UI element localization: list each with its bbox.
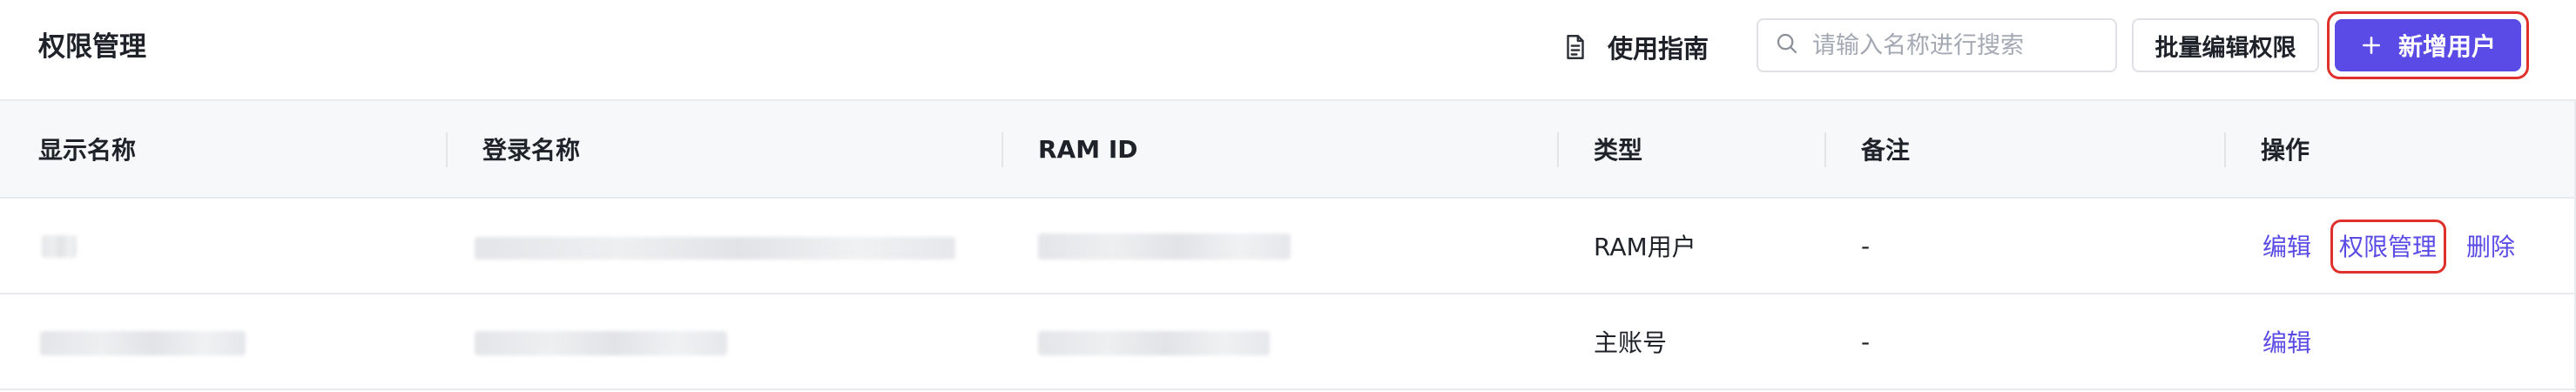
usage-guide-label: 使用指南: [1608, 34, 1709, 64]
search-input[interactable]: [1812, 31, 2100, 59]
add-user-button[interactable]: 新增用户: [2335, 19, 2521, 71]
column-header-display-name: 显示名称: [38, 136, 137, 165]
edit-link[interactable]: 编辑: [2262, 199, 2311, 293]
batch-edit-permissions-button[interactable]: 批量编辑权限: [2132, 18, 2319, 72]
search-icon: [1758, 30, 1812, 60]
search-box[interactable]: [1757, 18, 2117, 72]
permission-management-link[interactable]: 权限管理: [2339, 199, 2437, 293]
column-divider: [1824, 132, 1826, 167]
add-user-label: 新增用户: [2397, 32, 2496, 61]
permission-management-link-label[interactable]: 权限管理: [2339, 228, 2437, 263]
column-divider: [2224, 132, 2226, 167]
redacted-ram-id: [1038, 331, 1270, 355]
user-type: 主账号: [1594, 328, 1668, 357]
usage-guide-link[interactable]: 使用指南: [1561, 26, 1709, 68]
permission-management-page: 权限管理 使用指南 批量编辑权限: [0, 0, 2576, 392]
redacted-display-name: [40, 331, 246, 355]
delete-link-label[interactable]: 删除: [2466, 228, 2515, 263]
redacted-login-name: [475, 237, 955, 260]
edit-link[interactable]: 编辑: [2262, 294, 2311, 389]
column-header-type: 类型: [1594, 136, 1643, 165]
table-header: 显示名称 登录名称 RAM ID 类型 备注 操作: [0, 99, 2576, 199]
column-header-actions: 操作: [2261, 136, 2310, 165]
edit-link-label[interactable]: 编辑: [2262, 228, 2311, 263]
page-header: 权限管理 使用指南 批量编辑权限: [0, 0, 2576, 99]
user-note: -: [1861, 231, 1871, 260]
edit-link-label[interactable]: 编辑: [2262, 324, 2311, 359]
redacted-ram-id: [1038, 233, 1291, 260]
column-header-note: 备注: [1861, 136, 1911, 165]
redacted-display-name: [42, 235, 77, 258]
user-table: 显示名称 登录名称 RAM ID 类型 备注 操作 RAM用户 - 编辑 权限管…: [0, 99, 2576, 392]
column-divider: [1001, 132, 1003, 167]
document-icon: [1561, 32, 1590, 62]
user-type: RAM用户: [1594, 233, 1696, 261]
user-note: -: [1861, 327, 1871, 356]
column-header-login-name: 登录名称: [482, 136, 581, 165]
delete-link[interactable]: 删除: [2466, 199, 2515, 293]
column-divider: [1557, 132, 1559, 167]
table-row: 主账号 - 编辑: [0, 294, 2576, 390]
page-title: 权限管理: [38, 31, 146, 63]
plus-icon: [2360, 34, 2383, 57]
redacted-login-name: [475, 331, 727, 355]
column-divider: [446, 132, 448, 167]
column-header-ram-id: RAM ID: [1038, 134, 1138, 164]
table-row: RAM用户 - 编辑 权限管理 删除: [0, 199, 2576, 294]
